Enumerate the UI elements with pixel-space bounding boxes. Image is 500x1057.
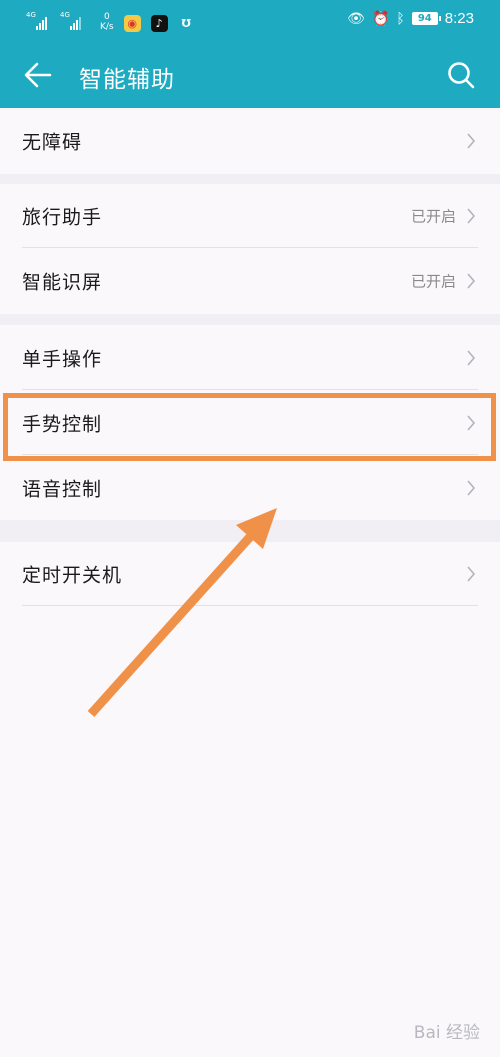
network-speed-unit: K/s xyxy=(100,22,114,32)
chevron-right-icon xyxy=(467,349,476,366)
menu-item-label: 无障碍 xyxy=(22,131,83,154)
chevron-right-icon xyxy=(467,566,476,582)
eye-comfort-icon: 👁 xyxy=(347,10,365,27)
menu-item-label: 智能识屏 xyxy=(22,271,103,294)
watermark-logo: Bai 经验 xyxy=(413,1023,480,1043)
alarm-icon: ⏰ xyxy=(371,10,390,27)
status-time: 8:23 xyxy=(444,10,474,27)
chevron-right-icon xyxy=(467,273,476,289)
battery-level: 94 xyxy=(417,13,432,24)
chevron-right-icon xyxy=(467,479,476,496)
network-speed: 0 K/s xyxy=(100,12,114,32)
menu-item-label: 单手操作 xyxy=(22,348,103,370)
menu-item-travel-assistant[interactable]: 旅行助手 已开启 xyxy=(0,184,500,248)
signal-1-tag: 4G xyxy=(26,11,36,19)
menu-item-label: 语音控制 xyxy=(22,478,103,500)
bluetooth-icon: ᛒ xyxy=(396,10,405,27)
search-button[interactable] xyxy=(446,60,476,90)
cell-signal-icon-2: 4G xyxy=(60,12,86,32)
row-divider xyxy=(22,605,478,606)
cell-signal-icon: 4G xyxy=(26,12,52,32)
menu-item-voice-control[interactable]: 语音控制 xyxy=(0,455,500,520)
back-button[interactable] xyxy=(22,60,54,90)
page-title: 智能辅助 xyxy=(79,67,175,93)
menu-item-smart-screen[interactable]: 智能识屏 已开启 xyxy=(0,248,500,314)
network-speed-value: 0 xyxy=(103,12,110,22)
section-divider xyxy=(0,520,500,542)
search-icon xyxy=(448,62,475,89)
chevron-right-icon xyxy=(467,208,476,224)
app-bar: 智能辅助 xyxy=(0,40,500,108)
status-bar-right: 👁 ⏰ ᛒ 94 8:23 xyxy=(347,10,474,27)
tiktok-icon: ♪ xyxy=(150,15,168,32)
notification-app-icon: Ʊ xyxy=(181,17,191,30)
menu-item-status: 已开启 xyxy=(410,272,456,291)
back-arrow-icon xyxy=(24,62,52,88)
menu-item-label: 旅行助手 xyxy=(22,206,103,229)
signal-2-tag: 4G xyxy=(60,11,70,19)
highlight-box xyxy=(3,393,496,461)
status-bar: 4G 4G 0 K/s ◉ ♪ Ʊ 👁 ⏰ ᛒ 94 8:23 xyxy=(0,0,500,40)
menu-item-scheduled-power[interactable]: 定时开关机 xyxy=(0,542,500,606)
section-divider xyxy=(0,174,500,184)
menu-item-status: 已开启 xyxy=(410,207,456,226)
status-bar-left: 4G 4G 0 K/s ◉ ♪ Ʊ xyxy=(26,8,195,32)
chevron-right-icon xyxy=(467,133,476,149)
battery-icon: 94 xyxy=(411,12,441,25)
menu-item-accessibility[interactable]: 无障碍 xyxy=(0,108,500,174)
section-divider xyxy=(0,314,500,325)
menu-item-label: 定时开关机 xyxy=(22,564,123,587)
weibo-icon: ◉ xyxy=(123,15,141,32)
menu-item-one-hand[interactable]: 单手操作 xyxy=(0,325,500,390)
